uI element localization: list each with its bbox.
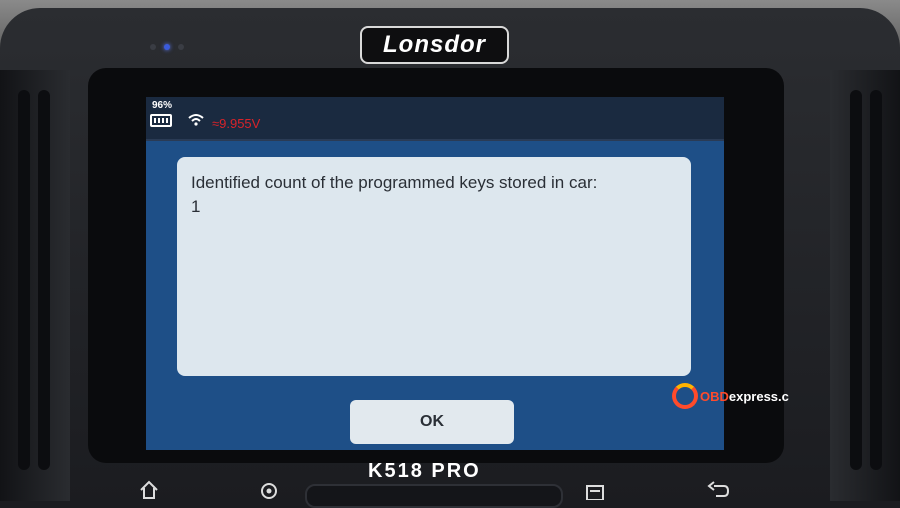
brand-logo: Lonsdor <box>360 26 509 64</box>
battery-icon <box>150 114 172 127</box>
left-grip-ridge <box>38 90 50 470</box>
voltage-readout: ≈9.955V <box>212 116 261 131</box>
led-indicator <box>150 44 156 50</box>
divider <box>146 139 724 141</box>
right-grip-ridge <box>870 90 882 470</box>
watermark-ring-icon <box>672 383 698 409</box>
dialog-message: Identified count of the programmed keys … <box>191 171 681 219</box>
status-bar: 96% ≈9.955V <box>146 97 724 139</box>
watermark-text: OBDexpress.c <box>700 388 789 404</box>
indicator-leds <box>150 44 184 50</box>
led-indicator-blue <box>164 44 170 50</box>
device-screen: 96% ≈9.955V Identified count of the prog… <box>146 97 724 450</box>
watermark-logo: OBDexpress.c <box>672 383 789 409</box>
left-grip-ridge <box>18 90 30 470</box>
battery-percent: 96% <box>152 100 173 111</box>
left-grip <box>0 70 70 501</box>
wifi-icon <box>188 113 204 130</box>
right-grip-ridge <box>850 90 862 470</box>
led-indicator <box>178 44 184 50</box>
dialog-message-line2: 1 <box>191 197 201 216</box>
ok-button[interactable]: OK <box>350 400 514 444</box>
hardware-navbar <box>0 478 900 501</box>
right-grip <box>830 70 900 501</box>
dialog-message-line1: Identified count of the programmed keys … <box>191 173 598 192</box>
message-dialog: Identified count of the programmed keys … <box>177 157 691 376</box>
